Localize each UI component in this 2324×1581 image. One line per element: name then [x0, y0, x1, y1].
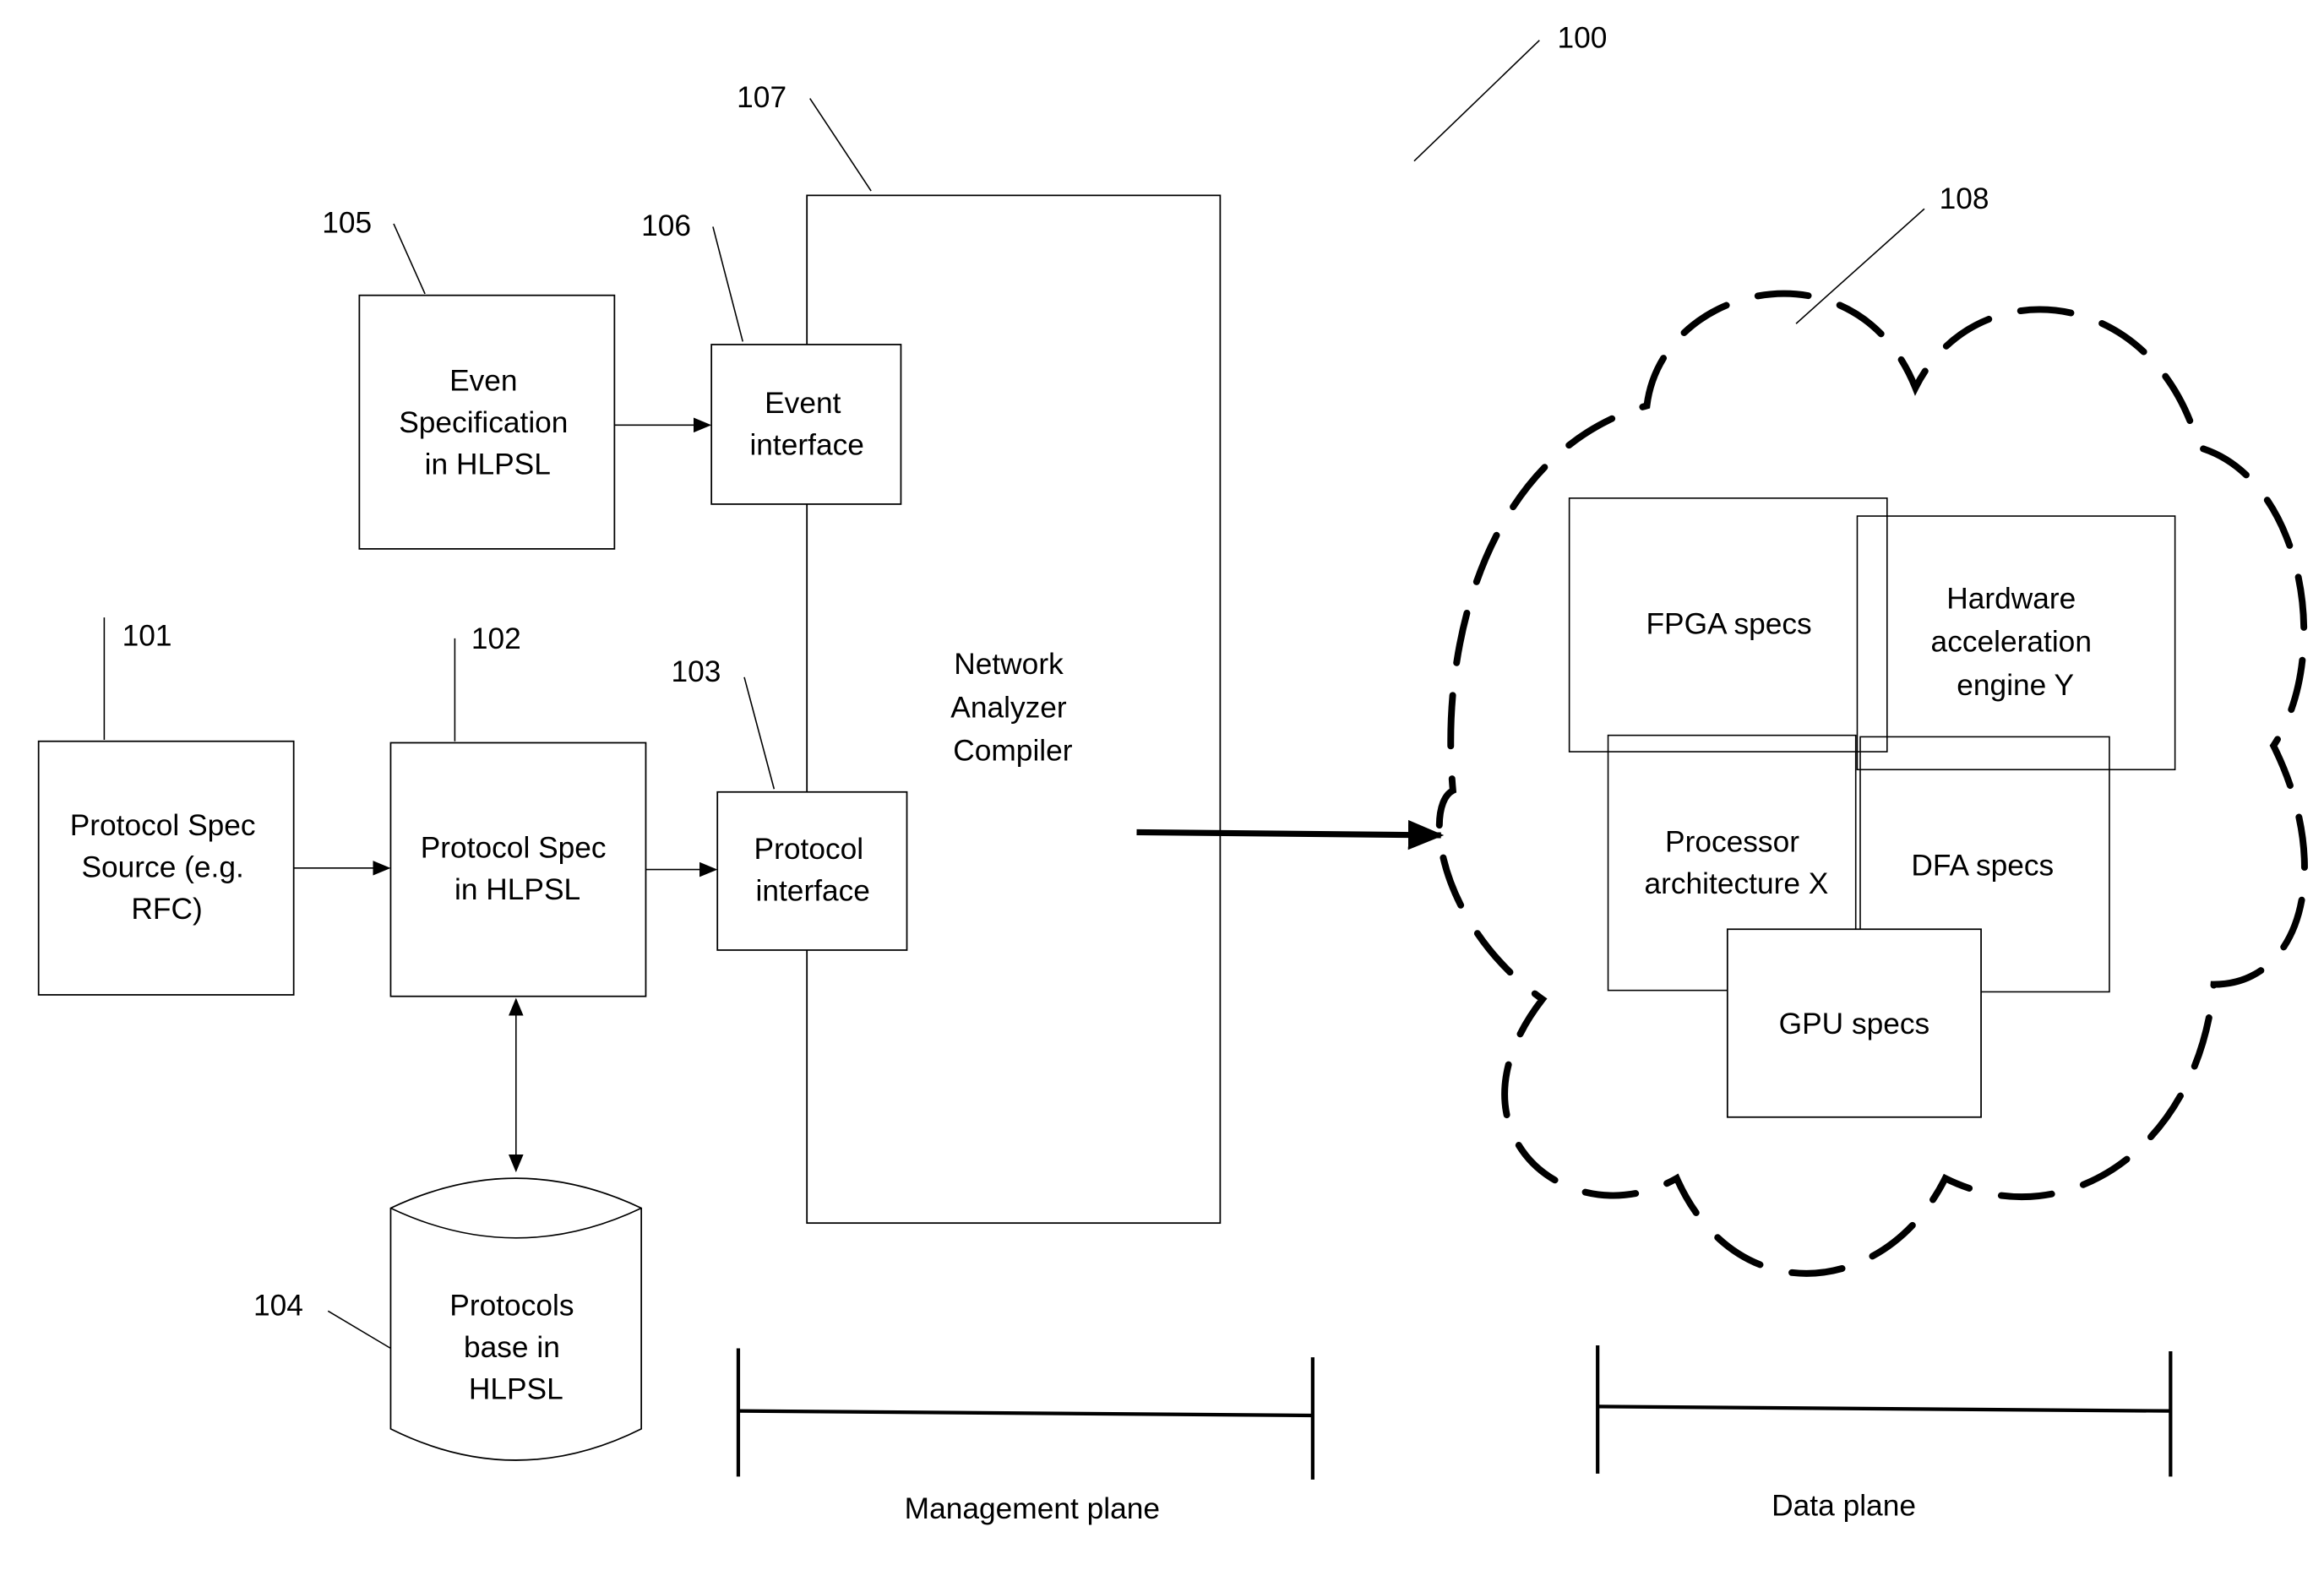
- ref-label: 102: [471, 622, 521, 655]
- leader-line: [712, 226, 744, 342]
- gpu-specs-block: GPU specs: [1726, 928, 1982, 1118]
- event-interface-box: [710, 344, 902, 505]
- protocol-spec-hlpsl-block: 102 Protocol Spec in HLPSL: [389, 622, 647, 997]
- hw-accel-label: Hardware acceleration engine Y: [1931, 583, 2100, 702]
- leader-line: [393, 223, 426, 295]
- system-diagram: 100 107 Network Analyzer Compiler 105 Ev…: [37, 22, 2308, 1525]
- management-plane-label: Management plane: [905, 1492, 1160, 1525]
- ref-label: 100: [1558, 22, 1608, 55]
- leader-line: [1413, 40, 1540, 162]
- dfa-label: DFA specs: [1911, 850, 2054, 883]
- fpga-label: FPGA specs: [1646, 608, 1811, 641]
- ref-label: 103: [671, 655, 721, 688]
- leader-line: [743, 676, 776, 790]
- cloud-outline: [1435, 290, 2308, 1277]
- event-specification-block: 105 Even Specification in HLPSL: [322, 207, 616, 550]
- hardware-acceleration-block: Hardware acceleration engine Y: [1856, 515, 2176, 771]
- ref-label: 106: [641, 209, 691, 242]
- ref-label: 105: [322, 207, 372, 240]
- gpu-label: GPU specs: [1779, 1008, 1930, 1040]
- data-plane-label: Data plane: [1772, 1489, 1916, 1522]
- processor-label: Processor architecture X: [1644, 825, 1828, 899]
- ref-label: 108: [1940, 182, 1989, 215]
- protocol-interface-box: [716, 790, 908, 951]
- leader-line: [809, 98, 872, 192]
- network-analyzer-compiler: 107 Network Analyzer Compiler: [737, 81, 1222, 1225]
- protocol-spec-source-block: 101 Protocol Spec Source (e.g. RFC): [37, 617, 295, 996]
- compiler-label: Network Analyzer Compiler: [950, 648, 1075, 767]
- protocols-base-database: 104 Protocols base in HLPSL: [253, 1177, 643, 1461]
- data-plane-bracket: Data plane: [1596, 1345, 2173, 1522]
- ref-label: 104: [253, 1290, 303, 1323]
- bracket-span: [1597, 1404, 2171, 1413]
- protocols-base-label: Protocols base in HLPSL: [449, 1290, 582, 1406]
- leader-line: [1795, 208, 1925, 324]
- management-plane-bracket: Management plane: [736, 1348, 1314, 1525]
- ref-label: 101: [122, 620, 172, 653]
- arrow-compiler-to-data-plane: [1136, 819, 1445, 850]
- ref-label: 107: [737, 81, 786, 114]
- figure-ref-100: 100: [1413, 22, 1608, 162]
- bracket-span: [737, 1409, 1313, 1418]
- leader-line: [327, 1310, 391, 1350]
- fpga-specs-block: FPGA specs: [1568, 497, 1888, 752]
- protocol-spec-hlpsl-box: [389, 742, 647, 997]
